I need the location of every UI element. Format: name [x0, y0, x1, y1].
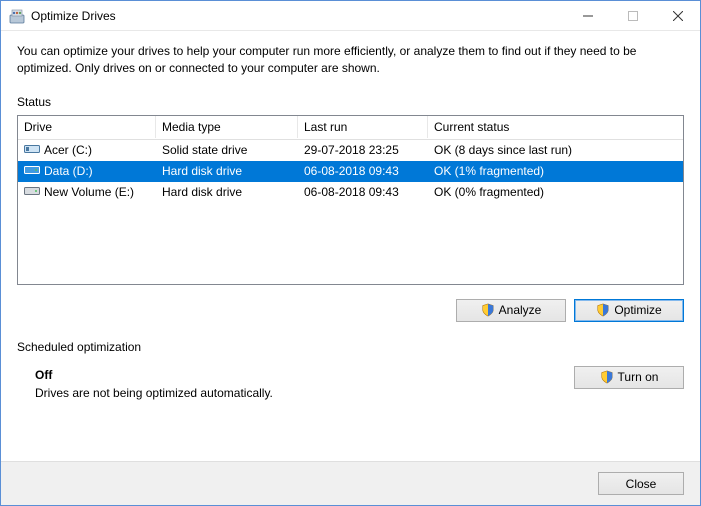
- drive-list[interactable]: Drive Media type Last run Current status…: [17, 115, 684, 285]
- drive-icon: [24, 185, 40, 200]
- drive-name: Acer (C:): [44, 143, 92, 157]
- scheduled-optimization-label: Scheduled optimization: [17, 340, 684, 354]
- close-button[interactable]: Close: [598, 472, 684, 495]
- drive-media: Hard disk drive: [156, 183, 298, 201]
- shield-icon: [596, 303, 610, 317]
- drive-last-run: 06-08-2018 09:43: [298, 162, 428, 180]
- drive-row[interactable]: New Volume (E:) Hard disk drive06-08-2018…: [18, 182, 683, 203]
- shield-icon: [481, 303, 495, 317]
- optimize-drives-window: Optimize Drives You can optimize your dr…: [0, 0, 701, 506]
- drive-last-run: 06-08-2018 09:43: [298, 183, 428, 201]
- drive-name: Data (D:): [44, 164, 93, 178]
- drive-status: OK (8 days since last run): [428, 141, 683, 159]
- turn-on-button-label: Turn on: [618, 370, 659, 384]
- turn-on-button[interactable]: Turn on: [574, 366, 684, 389]
- analyze-button[interactable]: Analyze: [456, 299, 566, 322]
- col-header-last[interactable]: Last run: [298, 116, 428, 138]
- drive-media: Solid state drive: [156, 141, 298, 159]
- shield-icon: [600, 370, 614, 384]
- minimize-button[interactable]: [565, 1, 610, 30]
- optimize-drives-icon: [9, 8, 25, 24]
- window-title: Optimize Drives: [31, 9, 565, 23]
- drive-last-run: 29-07-2018 23:25: [298, 141, 428, 159]
- drive-status: OK (1% fragmented): [428, 162, 683, 180]
- col-header-media[interactable]: Media type: [156, 116, 298, 138]
- drive-row[interactable]: Acer (C:) Solid state drive29-07-2018 23:…: [18, 140, 683, 161]
- scheduled-state: Off: [35, 368, 574, 382]
- scheduled-description: Drives are not being optimized automatic…: [35, 386, 574, 400]
- drive-icon: [24, 164, 40, 179]
- drive-name: New Volume (E:): [44, 185, 134, 199]
- status-label: Status: [17, 95, 684, 109]
- analyze-button-label: Analyze: [499, 303, 542, 317]
- close-button-label: Close: [626, 477, 657, 491]
- close-window-button[interactable]: [655, 1, 700, 30]
- drive-status: OK (0% fragmented): [428, 183, 683, 201]
- drive-icon: [24, 143, 40, 158]
- col-header-status[interactable]: Current status: [428, 116, 683, 138]
- maximize-button[interactable]: [610, 1, 655, 30]
- optimize-button-label: Optimize: [614, 303, 661, 317]
- footer: Close: [1, 461, 700, 505]
- drive-media: Hard disk drive: [156, 162, 298, 180]
- col-header-drive[interactable]: Drive: [18, 116, 156, 138]
- drive-list-header: Drive Media type Last run Current status: [18, 116, 683, 140]
- intro-text: You can optimize your drives to help you…: [17, 43, 684, 77]
- scheduled-optimization-section: Off Drives are not being optimized autom…: [17, 360, 684, 400]
- action-button-row: Analyze Optimize: [17, 299, 684, 322]
- content-area: You can optimize your drives to help you…: [1, 31, 700, 461]
- titlebar: Optimize Drives: [1, 1, 700, 31]
- optimize-button[interactable]: Optimize: [574, 299, 684, 322]
- drive-row[interactable]: Data (D:) Hard disk drive06-08-2018 09:43…: [18, 161, 683, 182]
